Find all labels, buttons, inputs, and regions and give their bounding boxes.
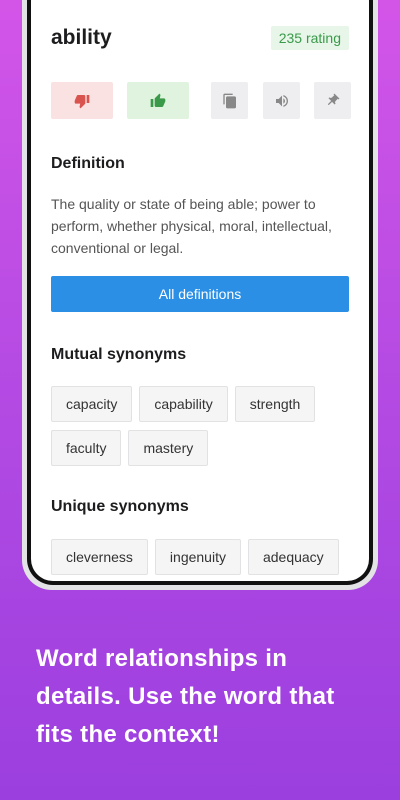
unique-synonyms-list: cleverness ingenuity adequacy [51, 539, 349, 581]
synonym-chip[interactable]: capability [139, 386, 228, 422]
promo-caption: Word relationships in details. Use the w… [36, 645, 335, 748]
definition-text: The quality or state of being able; powe… [51, 196, 332, 256]
thumbs-up-icon [150, 93, 166, 107]
definition-heading: Definition [51, 155, 125, 172]
dislike-button[interactable] [51, 82, 113, 119]
pronounce-button[interactable] [263, 82, 300, 119]
all-definitions-button[interactable]: All definitions [51, 276, 349, 312]
action-bar [51, 82, 351, 119]
synonym-chip[interactable]: adequacy [247, 539, 339, 575]
synonym-chip[interactable]: cleverness [51, 539, 148, 575]
like-button[interactable] [127, 82, 189, 119]
mutual-synonyms-heading: Mutual synonyms [51, 346, 187, 363]
phone-bezel: ability 235 rating Definition The qualit… [27, 0, 373, 585]
synonym-chip[interactable]: capacity [51, 386, 133, 422]
speaker-icon [275, 94, 288, 107]
phone-frame: ability 235 rating Definition The qualit… [22, 0, 378, 590]
pin-button[interactable] [314, 82, 351, 119]
synonym-chip[interactable]: strength [234, 386, 316, 422]
word-title: ability [51, 26, 112, 49]
synonym-chip[interactable]: ingenuity [154, 539, 241, 575]
app-screen: ability 235 rating Definition The qualit… [31, 0, 369, 581]
pin-icon [328, 93, 340, 105]
synonym-chip[interactable]: mastery [128, 430, 209, 466]
rating-badge: 235 rating [270, 26, 349, 50]
synonym-chip[interactable]: faculty [51, 430, 122, 466]
mutual-synonyms-list: capacity capability strength faculty mas… [51, 386, 349, 466]
unique-synonyms-heading: Unique synonyms [51, 498, 189, 515]
copy-icon [222, 93, 236, 108]
copy-button[interactable] [211, 82, 248, 119]
thumbs-down-icon [74, 94, 90, 108]
word-header: ability 235 rating [51, 26, 349, 50]
